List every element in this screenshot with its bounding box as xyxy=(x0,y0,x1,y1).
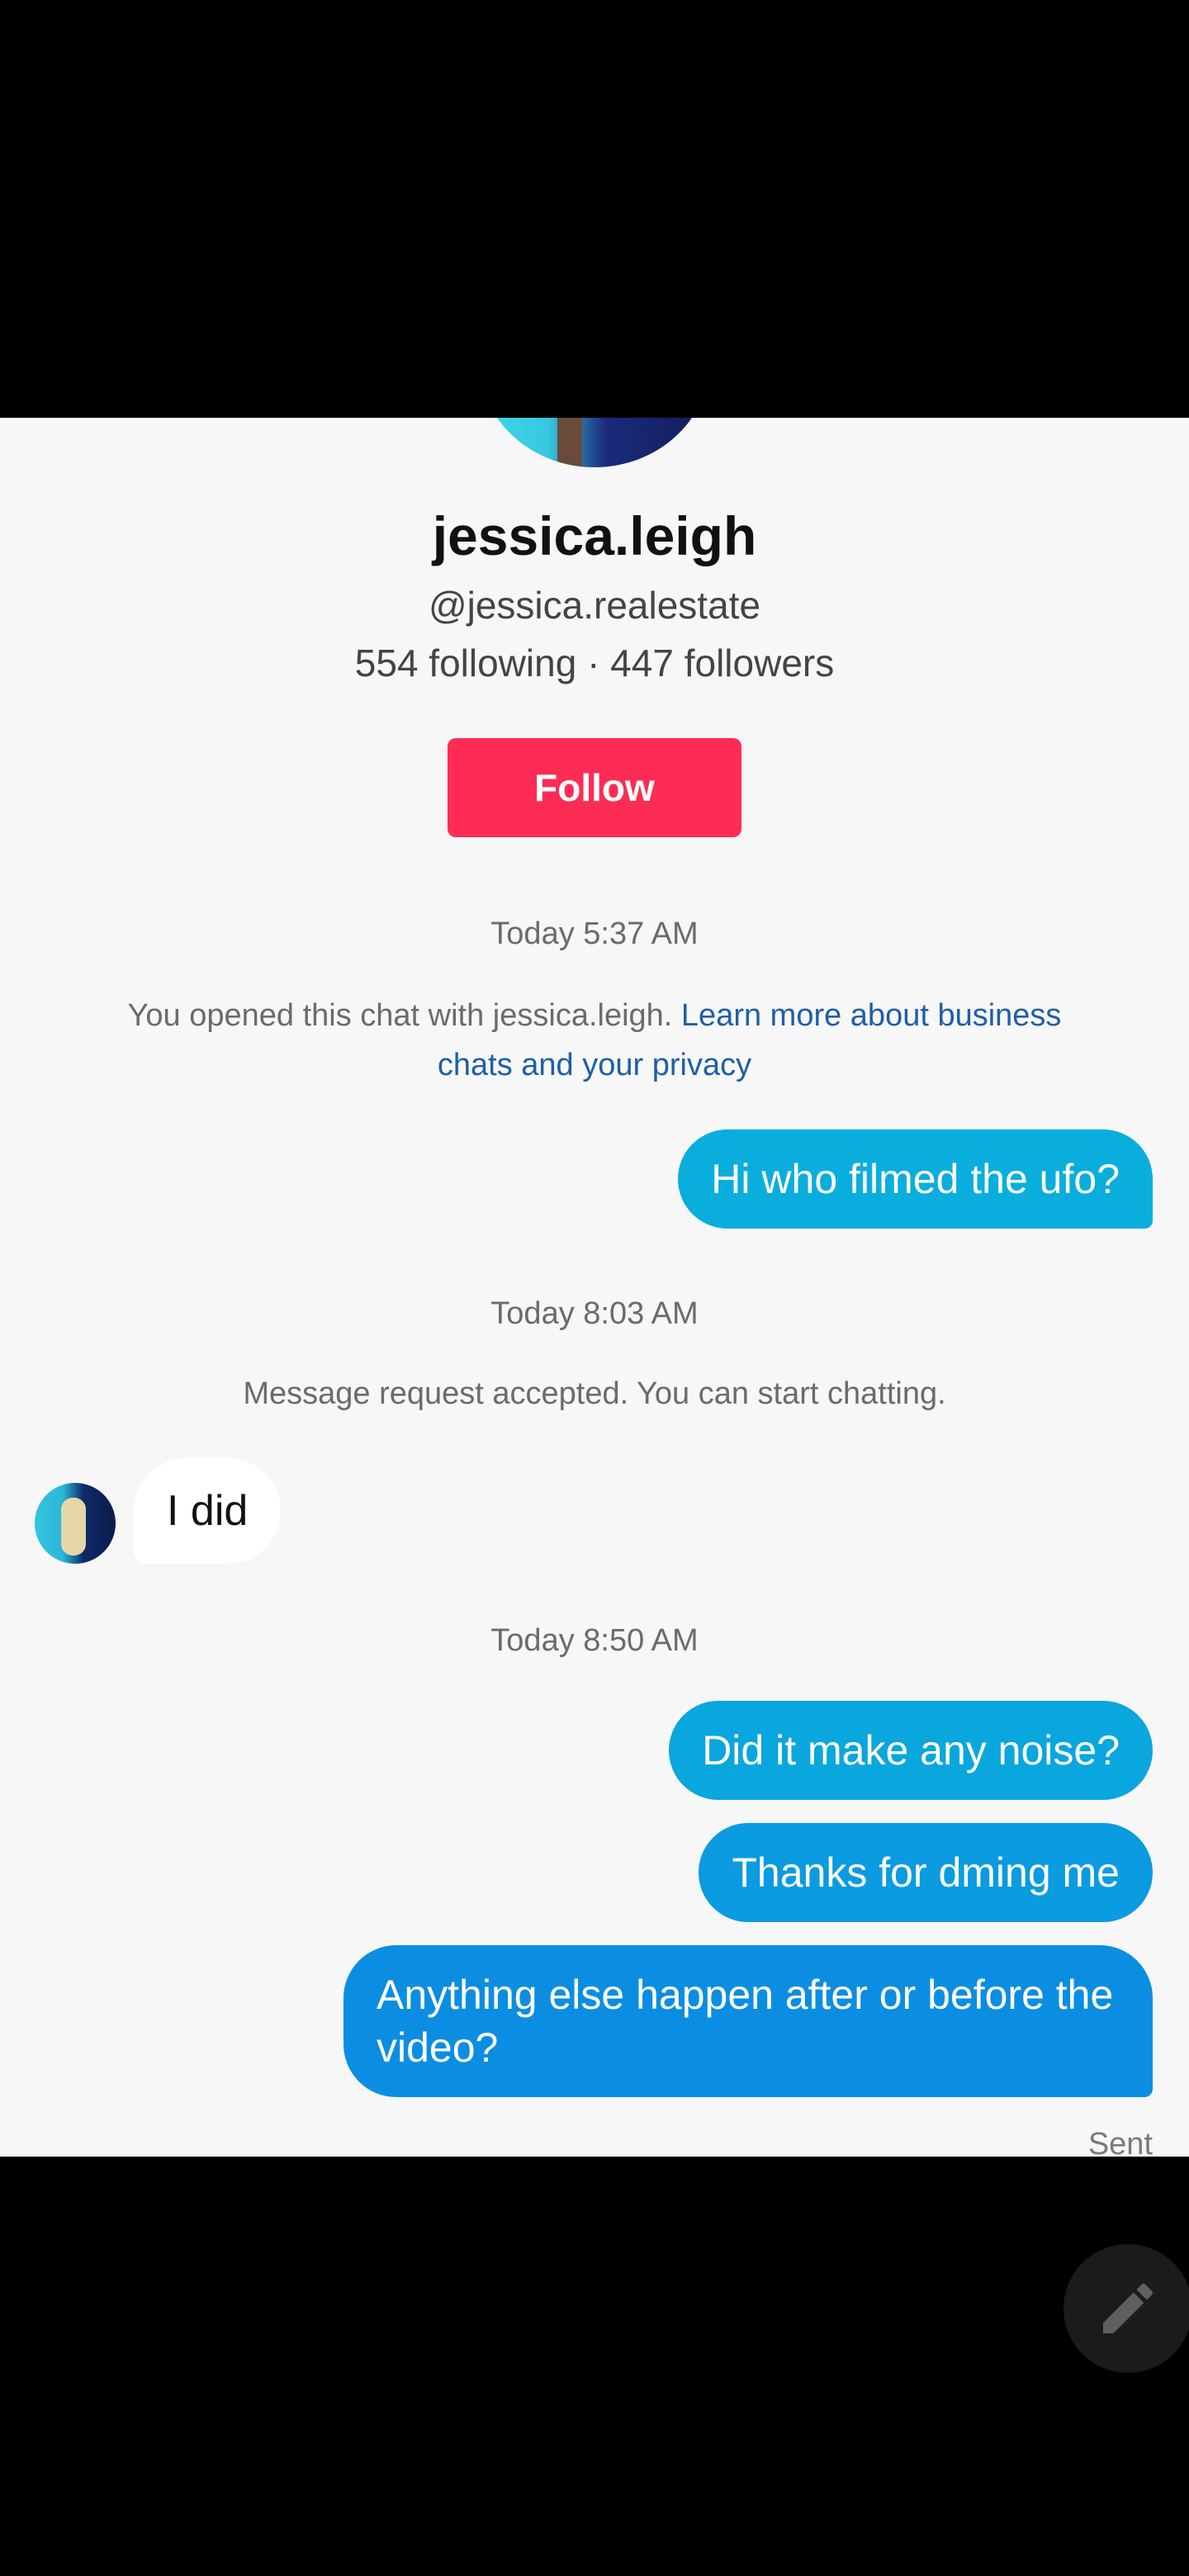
avatar-photo-detail xyxy=(61,1498,86,1556)
system-message-opened: You opened this chat with jessica.leigh.… xyxy=(116,991,1073,1090)
profile-avatar[interactable] xyxy=(479,418,710,467)
compose-button[interactable] xyxy=(1063,2244,1189,2373)
timestamp: Today 8:50 AM xyxy=(490,1623,699,1658)
follow-button[interactable]: Follow xyxy=(448,738,741,837)
message-status: Sent xyxy=(1087,2127,1153,2157)
bottom-black-area xyxy=(0,2157,1189,2576)
avatar-photo-detail xyxy=(557,418,582,467)
chat-content[interactable]: jessica.leigh @jessica.realestate 554 fo… xyxy=(0,418,1189,2157)
profile-handle: @jessica.realestate xyxy=(428,584,761,627)
outgoing-message[interactable]: Thanks for dming me xyxy=(699,1823,1153,1922)
profile-stats: 554 following · 447 followers xyxy=(354,642,835,684)
outgoing-message[interactable]: Hi who filmed the ufo? xyxy=(678,1129,1153,1229)
system-message-accepted: Message request accepted. You can start … xyxy=(243,1376,946,1411)
sender-avatar[interactable] xyxy=(35,1483,116,1564)
timestamp: Today 8:03 AM xyxy=(490,1296,699,1331)
incoming-message[interactable]: I did xyxy=(134,1458,282,1564)
timestamp: Today 5:37 AM xyxy=(490,916,699,951)
pencil-icon xyxy=(1103,2283,1153,2333)
outgoing-message[interactable]: Did it make any noise? xyxy=(669,1701,1153,1800)
top-black-area xyxy=(0,0,1189,418)
profile-display-name: jessica.leigh xyxy=(432,505,757,566)
outgoing-message[interactable]: Anything else happen after or before the… xyxy=(343,1945,1153,2097)
system-message-text: You opened this chat with jessica.leigh. xyxy=(127,998,673,1033)
